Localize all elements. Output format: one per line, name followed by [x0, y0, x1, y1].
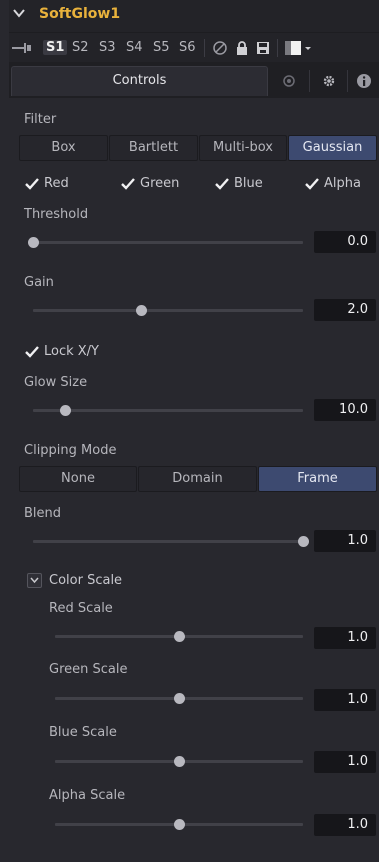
blend-slider[interactable]: [33, 536, 309, 547]
blend-slider-handle[interactable]: [298, 536, 309, 547]
version-slot-s2[interactable]: S2: [72, 40, 89, 55]
red-channel-label: Red: [44, 176, 69, 191]
glow-size-value-field[interactable]: 10.0: [314, 399, 376, 421]
version-slot-s1[interactable]: S1: [43, 40, 68, 55]
red-channel-checkbox[interactable]: Red: [25, 176, 85, 194]
gear-icon[interactable]: [321, 73, 337, 89]
red-scale-slider-handle[interactable]: [174, 631, 185, 642]
color-scale-label: Color Scale: [49, 573, 123, 588]
checkmark-icon: [215, 178, 229, 190]
inspector-panel: SoftGlow1 S1 S2 S3 S4 S5 S6 Controls Fil…: [9, 0, 379, 862]
checkmark-icon: [25, 346, 39, 358]
chevron-down-icon: [30, 577, 39, 584]
alpha-scale-label: Alpha Scale: [49, 788, 126, 803]
threshold-label: Threshold: [24, 207, 89, 222]
alpha-scale-slider[interactable]: [55, 819, 303, 830]
gain-value-field[interactable]: 2.0: [314, 299, 376, 321]
alpha-channel-checkbox[interactable]: Alpha: [305, 176, 375, 194]
filter-multibox-button[interactable]: Multi-box: [199, 135, 287, 161]
color-scale-expand-toggle[interactable]: [27, 573, 42, 588]
modifiers-icon[interactable]: [281, 73, 297, 89]
alpha-scale-value-field[interactable]: 1.0: [314, 814, 376, 836]
blue-scale-label: Blue Scale: [49, 725, 117, 740]
blend-label: Blend: [24, 506, 62, 521]
lock-xy-label: Lock X/Y: [44, 344, 100, 359]
alpha-channel-label: Alpha: [324, 176, 361, 191]
toolbar-divider: [277, 39, 278, 57]
blue-channel-checkbox[interactable]: Blue: [215, 176, 285, 194]
glow-size-label: Glow Size: [24, 375, 88, 390]
green-scale-label: Green Scale: [49, 662, 128, 677]
green-channel-checkbox[interactable]: Green: [121, 176, 201, 194]
threshold-slider[interactable]: [28, 237, 303, 248]
inspector-tabs: Controls: [9, 62, 379, 98]
version-toolbar: S1 S2 S3 S4 S5 S6: [9, 32, 379, 62]
threshold-slider-handle[interactable]: [28, 237, 39, 248]
threshold-value-field[interactable]: 0.0: [314, 231, 376, 253]
filter-gaussian-button[interactable]: Gaussian: [288, 135, 377, 161]
blend-value-field[interactable]: 1.0: [314, 530, 376, 552]
gain-slider-handle[interactable]: [136, 305, 147, 316]
gain-slider[interactable]: [33, 305, 303, 316]
glow-size-slider-handle[interactable]: [60, 405, 72, 416]
glow-size-slider[interactable]: [33, 405, 303, 416]
red-scale-value-field[interactable]: 1.0: [314, 627, 376, 649]
clipping-frame-button[interactable]: Frame: [258, 466, 377, 492]
chevron-down-icon[interactable]: [12, 6, 26, 20]
lock-xy-checkbox[interactable]: Lock X/Y: [25, 344, 115, 362]
green-channel-label: Green: [140, 176, 180, 191]
save-preset-icon[interactable]: [255, 40, 271, 56]
checkmark-icon: [305, 178, 319, 190]
version-slot-s6[interactable]: S6: [179, 40, 196, 55]
gain-label: Gain: [24, 275, 54, 290]
version-slot-s5[interactable]: S5: [153, 40, 170, 55]
tab-divider: [309, 70, 310, 92]
green-scale-slider-handle[interactable]: [174, 693, 185, 704]
color-swatch-icon[interactable]: [285, 40, 313, 56]
red-scale-label: Red Scale: [49, 601, 113, 616]
lock-icon[interactable]: [234, 40, 250, 56]
tab-controls-label: Controls: [112, 73, 167, 88]
version-slot-s3[interactable]: S3: [99, 40, 116, 55]
green-scale-slider[interactable]: [55, 693, 303, 704]
version-slot-s4[interactable]: S4: [126, 40, 143, 55]
filter-bartlett-button[interactable]: Bartlett: [109, 135, 198, 161]
clipping-mode-label: Clipping Mode: [24, 443, 117, 458]
blue-channel-label: Blue: [234, 176, 263, 191]
tab-controls[interactable]: Controls: [11, 66, 268, 96]
disable-icon[interactable]: [212, 40, 228, 56]
tool-header[interactable]: SoftGlow1: [9, 0, 379, 32]
pin-icon[interactable]: [11, 41, 33, 55]
alpha-scale-slider-handle[interactable]: [174, 819, 185, 830]
filter-box-button[interactable]: Box: [19, 135, 108, 161]
tool-title: SoftGlow1: [39, 6, 121, 22]
blue-scale-value-field[interactable]: 1.0: [314, 751, 376, 773]
filter-label: Filter: [24, 112, 57, 127]
toolbar-divider: [204, 39, 205, 57]
blue-scale-slider-handle[interactable]: [174, 756, 185, 767]
green-scale-value-field[interactable]: 1.0: [314, 689, 376, 711]
red-scale-slider[interactable]: [55, 631, 303, 642]
info-icon[interactable]: [356, 73, 372, 89]
checkmark-icon: [121, 178, 135, 190]
tab-divider: [347, 70, 348, 92]
checkmark-icon: [25, 178, 39, 190]
clipping-none-button[interactable]: None: [19, 466, 137, 492]
blue-scale-slider[interactable]: [55, 756, 303, 767]
clipping-domain-button[interactable]: Domain: [138, 466, 257, 492]
